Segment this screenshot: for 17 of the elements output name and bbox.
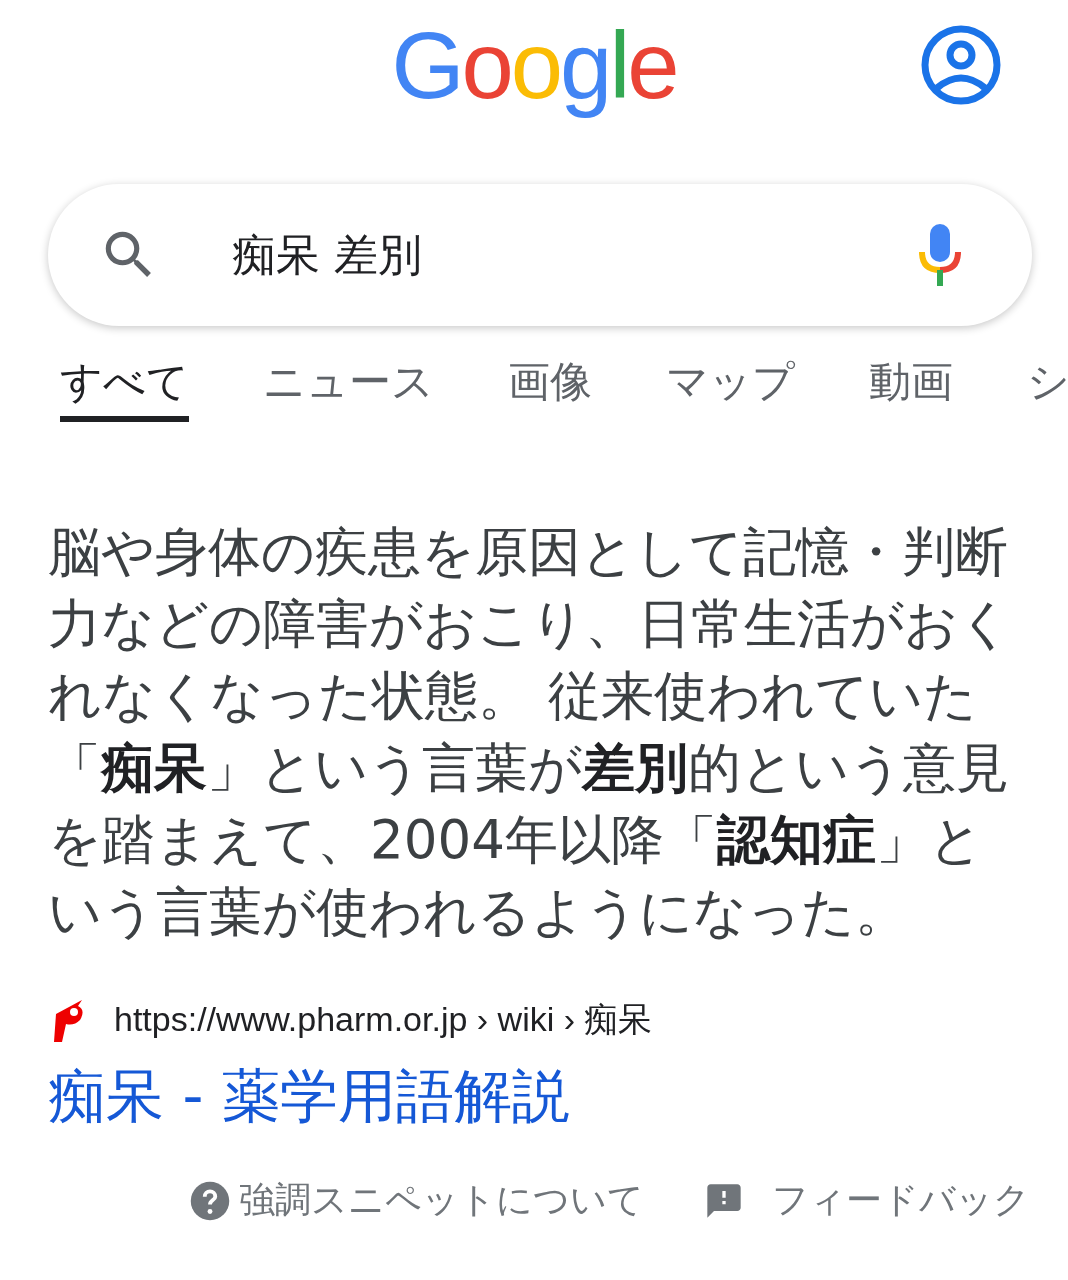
- snippet-text: 脳や身体の疾患を原因として記憶・判断力などの障害がおこり、日常生活がおくれなくなった状態。 従来使われていた「痴呆」という言葉が差別的という意見を踏まえて、2004年以降「認知症」という言葉が使われるようになった。: [48, 520, 1013, 944]
- search-tab[interactable]: ニュース: [263, 354, 434, 422]
- search-tab[interactable]: シ: [1027, 354, 1068, 422]
- search-tab[interactable]: 画像: [508, 354, 592, 422]
- search-input[interactable]: 痴呆 差別: [230, 228, 848, 282]
- result-title-link[interactable]: 痴呆 - 薬学用語解説: [48, 1058, 1068, 1136]
- help-icon[interactable]: [189, 1179, 231, 1222]
- about-snippet-link[interactable]: 強調スニペットについて: [239, 1176, 644, 1225]
- google-logo: Google: [391, 12, 677, 120]
- search-tab[interactable]: すべて: [60, 354, 189, 422]
- feedback-link[interactable]: フィードバック: [772, 1176, 1030, 1225]
- search-bar[interactable]: 痴呆 差別: [48, 184, 1032, 326]
- result-url: https://www.pharm.or.jp › wiki › 痴呆: [114, 999, 653, 1040]
- microphone-icon[interactable]: [918, 224, 962, 286]
- search-tab[interactable]: 動画: [869, 354, 953, 422]
- search-tab[interactable]: マップ: [666, 354, 795, 422]
- account-icon[interactable]: [920, 24, 1002, 106]
